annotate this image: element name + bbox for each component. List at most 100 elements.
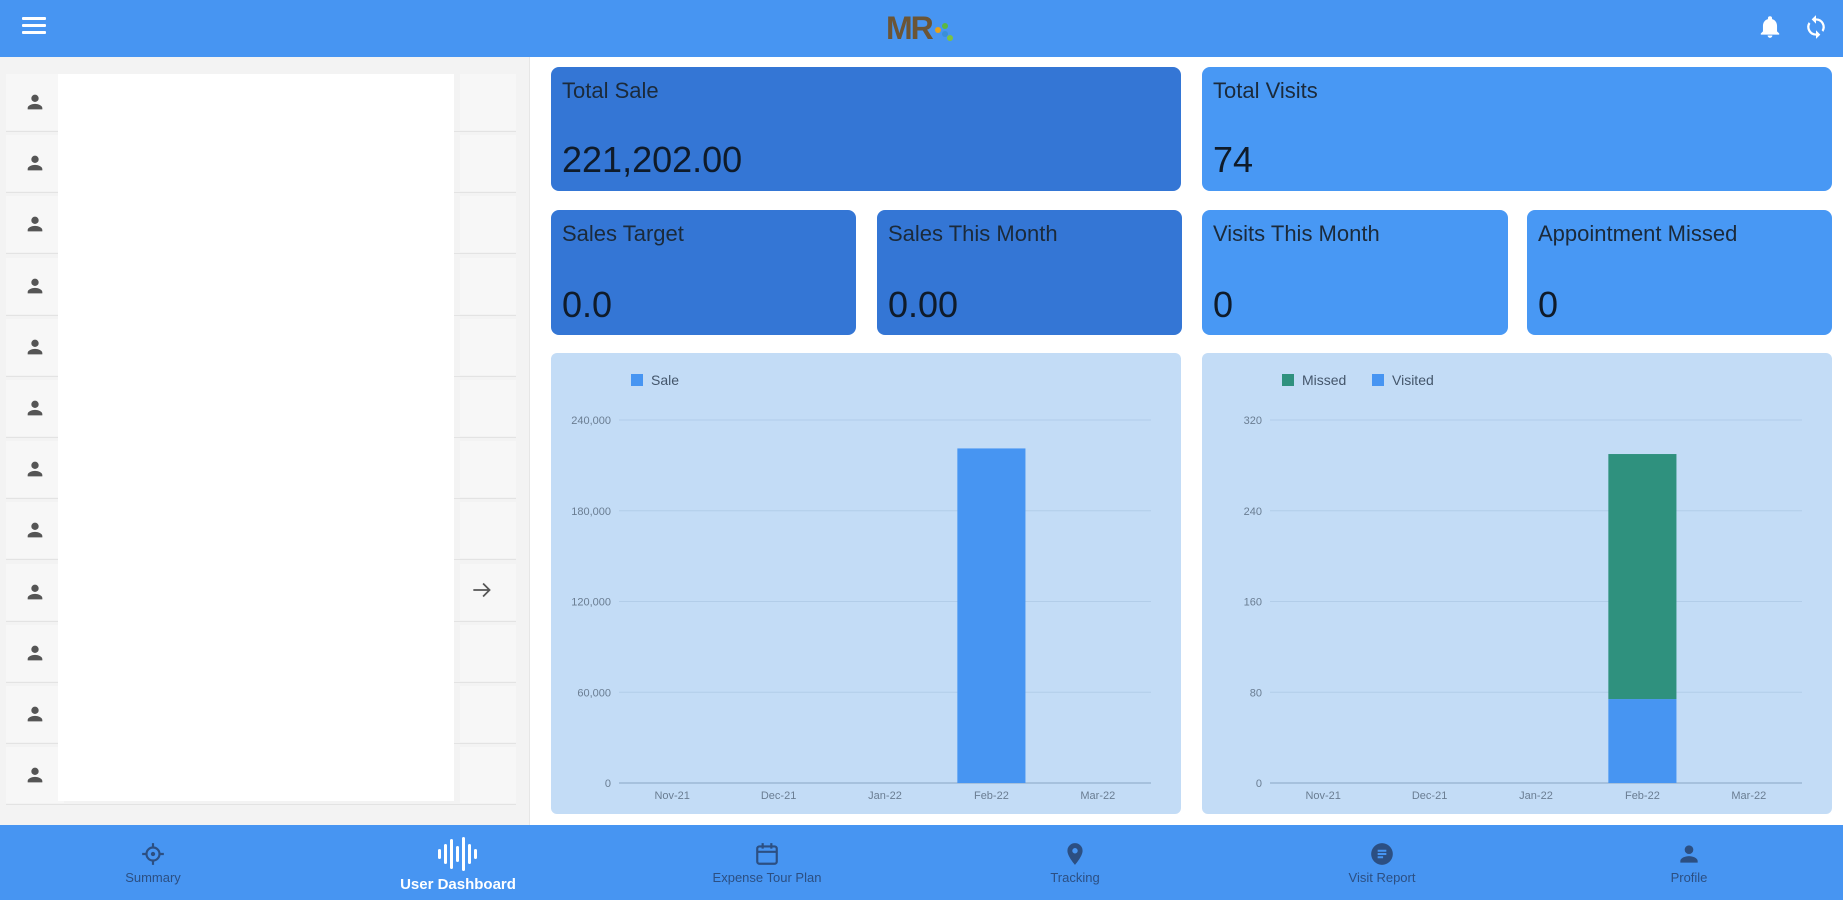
bar-sale [957, 448, 1026, 783]
person-icon [27, 339, 43, 355]
menu-icon[interactable] [22, 17, 46, 37]
user-avatar-button[interactable] [6, 196, 64, 253]
user-avatar-button[interactable] [6, 74, 64, 130]
legend-label: Missed [1302, 372, 1346, 388]
user-list-item-trailing [460, 441, 516, 498]
bottom-navigation: Summary User Dashboard Expense Tour Plan Tr… [0, 825, 1843, 900]
nav-summary[interactable]: Summary [53, 825, 253, 900]
x-tick-label: Mar-22 [1080, 790, 1115, 802]
sales-target-label: Sales Target [562, 221, 684, 246]
person-icon [27, 278, 43, 293]
person-icon [27, 767, 43, 783]
person-icon [27, 217, 43, 232]
total-sale-value: 221,202.00 [562, 139, 743, 180]
person-icon [27, 706, 43, 722]
waveform-icon [436, 837, 480, 871]
nav-visit-report[interactable]: Visit Report [1282, 825, 1482, 900]
legend-label: Sale [651, 372, 679, 388]
appointment-missed-value: 0 [1538, 284, 1559, 325]
x-tick-label: Feb-22 [974, 790, 1009, 802]
x-tick-label: Jan-22 [1519, 790, 1553, 802]
x-tick-label: Feb-22 [1625, 790, 1660, 802]
user-list-item-trailing [460, 257, 516, 314]
y-tick-label: 0 [1256, 778, 1262, 790]
x-tick-label: Nov-21 [1305, 790, 1340, 802]
y-tick-label: 240 [1244, 506, 1262, 518]
total-sale-label: Total Sale [562, 78, 659, 103]
location-pin-icon [1062, 842, 1088, 866]
notification-bell-icon[interactable] [1757, 14, 1783, 40]
nav-tracking[interactable]: Tracking [975, 825, 1175, 900]
appointment-missed-card: Appointment Missed 0 [1527, 210, 1832, 335]
user-avatar-button[interactable] [6, 318, 64, 375]
logo-text: MR [886, 9, 934, 46]
x-tick-label: Jan-22 [868, 790, 902, 802]
sales-this-month-label: Sales This Month [888, 221, 1058, 246]
visits-this-month-label: Visits This Month [1213, 221, 1380, 246]
x-tick-label: Nov-21 [654, 790, 689, 802]
legend-swatch [631, 374, 643, 386]
visits-chart: 0 80 160 240 320 Nov-21 Dec-21 Jan-22 Feb-22 Mar-… [1202, 353, 1832, 814]
user-avatar-button[interactable] [6, 441, 64, 498]
user-list-item-trailing [460, 196, 516, 253]
user-avatar-button[interactable] [6, 747, 64, 804]
visits-this-month-value: 0 [1213, 284, 1234, 325]
user-avatar-button[interactable] [6, 257, 64, 314]
top-app-bar: MR [0, 0, 1843, 57]
user-list-item-trailing [460, 624, 516, 681]
bar-visited [1608, 699, 1677, 783]
user-avatar-button[interactable] [6, 624, 64, 681]
sales-this-month-card: Sales This Month 0.00 [877, 210, 1182, 335]
nav-label: Profile [1670, 870, 1708, 885]
nav-label: User Dashboard [400, 876, 516, 893]
bar-missed [1608, 454, 1677, 700]
total-visits-card: Total Visits 74 [1202, 67, 1832, 191]
nav-label: Tracking [1050, 870, 1100, 885]
nav-user-dashboard[interactable]: User Dashboard [358, 825, 558, 900]
user-list-item-trailing [460, 135, 516, 192]
nav-expense-tour-plan[interactable]: Expense Tour Plan [667, 825, 867, 900]
person-icon [27, 155, 43, 171]
nav-label: Expense Tour Plan [712, 870, 822, 885]
person-icon [27, 400, 43, 416]
x-tick-label: Dec-21 [761, 790, 796, 802]
user-list-item-trailing [460, 380, 516, 436]
legend-swatch [1282, 374, 1294, 386]
nav-profile[interactable]: Profile [1589, 825, 1789, 900]
calendar-icon [754, 842, 780, 866]
total-visits-value: 74 [1213, 139, 1254, 180]
user-avatar-button[interactable] [6, 563, 64, 620]
visits-this-month-card: Visits This Month 0 [1202, 210, 1508, 335]
user-avatar-button[interactable] [6, 686, 64, 742]
person-icon [1676, 842, 1702, 866]
user-list-item-trailing [460, 74, 516, 130]
x-tick-label: Mar-22 [1731, 790, 1766, 802]
user-list-panel [0, 57, 530, 825]
sales-chart-svg: 0 60,000 120,000 180,000 240,000 Nov-21 Dec-21… [571, 372, 1151, 802]
target-icon [140, 842, 166, 866]
user-list-content-area [58, 74, 454, 801]
y-tick-label: 0 [605, 778, 611, 790]
appointment-missed-label: Appointment Missed [1538, 221, 1738, 246]
user-avatar-button[interactable] [6, 135, 64, 192]
user-list-item-trailing [460, 747, 516, 804]
visits-chart-svg: 0 80 160 240 320 Nov-21 Dec-21 Jan-22 Feb-22 Mar-… [1244, 372, 1802, 802]
person-icon [27, 645, 43, 661]
user-avatar-button[interactable] [6, 502, 64, 559]
user-list-item-trailing [460, 502, 516, 559]
y-tick-label: 80 [1250, 687, 1262, 699]
arrow-right-icon[interactable] [469, 577, 495, 603]
y-tick-label: 320 [1244, 415, 1262, 427]
sales-this-month-value: 0.00 [888, 284, 959, 325]
sync-icon[interactable] [1803, 14, 1829, 40]
y-tick-label: 240,000 [571, 415, 611, 427]
user-avatar-button[interactable] [6, 380, 64, 436]
person-icon [27, 523, 43, 538]
sales-target-value: 0.0 [562, 284, 613, 325]
y-tick-label: 120,000 [571, 597, 611, 609]
total-sale-card: Total Sale 221,202.00 [551, 67, 1181, 191]
nav-label: Summary [125, 870, 181, 885]
person-icon [27, 94, 43, 110]
y-tick-label: 180,000 [571, 506, 611, 518]
legend-swatch [1372, 374, 1384, 386]
